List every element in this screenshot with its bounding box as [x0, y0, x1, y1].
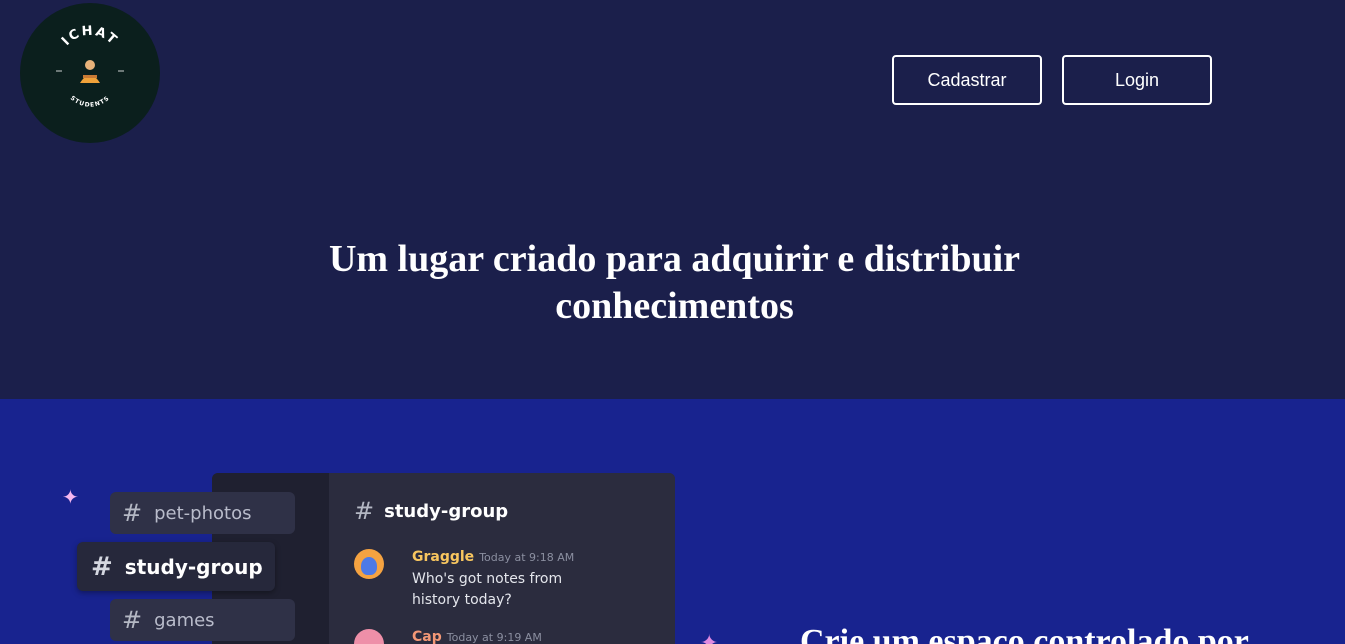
channel-pill-study-group: # study-group — [77, 542, 275, 591]
cadastrar-button[interactable]: Cadastrar — [892, 55, 1042, 105]
avatar — [354, 629, 384, 644]
svg-text:STUDENTS: STUDENTS — [69, 95, 111, 109]
message-text: Who's got notes from history today? — [412, 571, 563, 608]
message-timestamp: Today at 9:18 AM — [479, 551, 575, 564]
chat-message-meta: Graggle Today at 9:18 AM — [412, 549, 592, 565]
channel-name: games — [154, 609, 215, 631]
chat-channel-header: # study-group — [354, 497, 508, 525]
hash-icon: # — [354, 497, 375, 525]
channel-name: pet-photos — [154, 502, 252, 524]
sparkle-icon: ✦ — [700, 631, 719, 644]
chat-message-body: Graggle Today at 9:18 AM Who's got notes… — [412, 549, 592, 611]
hero-headline: Um lugar criado para adquirir e distribu… — [328, 238, 1021, 327]
logo-brand-text: ICHAT — [59, 24, 119, 49]
hash-icon: # — [91, 551, 113, 582]
feature-section: ✦ # study-group Graggle Today at 9:18 AM… — [0, 399, 1345, 644]
sparkle-icon: ✦ — [62, 485, 79, 509]
channel-pill-pet-photos: # pet-photos — [110, 492, 295, 534]
channel-pill-games: # games — [110, 599, 295, 641]
logo-figure-head — [85, 60, 95, 70]
hash-icon: # — [122, 606, 143, 634]
hash-icon: # — [122, 499, 143, 527]
hero-section: ICHAT STUDENTS Cadastrar Login Um lugar … — [0, 0, 1345, 399]
chat-message-body: Cap Today at 9:19 AM — [412, 629, 542, 644]
logo-figure-book — [83, 75, 97, 78]
avatar — [354, 549, 384, 579]
login-button[interactable]: Login — [1062, 55, 1212, 105]
chat-main-panel: # study-group Graggle Today at 9:18 AM W… — [329, 473, 675, 644]
channel-name: study-group — [124, 554, 263, 579]
svg-text:ICHAT: ICHAT — [59, 24, 121, 49]
chat-channel-name: study-group — [384, 500, 509, 522]
message-timestamp: Today at 9:19 AM — [446, 631, 542, 644]
ichat-logo-graphic: ICHAT STUDENTS — [56, 24, 124, 109]
chat-message-meta: Cap Today at 9:19 AM — [412, 629, 542, 644]
message-author: Cap — [412, 629, 442, 644]
ichat-logo[interactable]: ICHAT STUDENTS — [20, 3, 160, 143]
message-author: Graggle — [412, 549, 475, 565]
logo-sub-text: STUDENTS — [69, 95, 110, 109]
feature-title: Crie um espaço controlado por — [800, 623, 1249, 644]
